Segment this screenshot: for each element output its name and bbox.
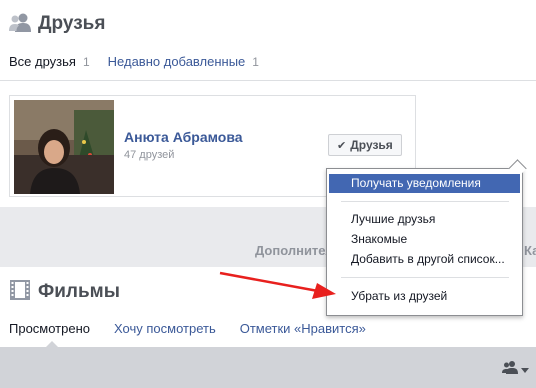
annotation-arrow (219, 271, 336, 299)
